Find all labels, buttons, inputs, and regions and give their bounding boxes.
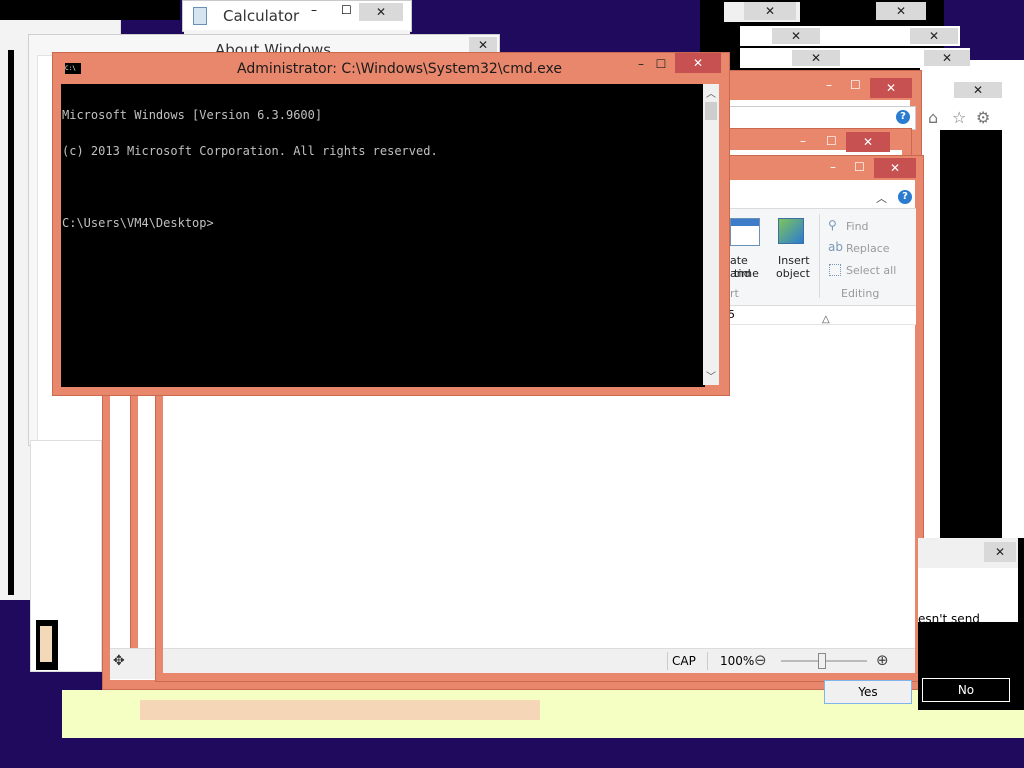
insert-object-label-line2: object xyxy=(776,267,810,280)
calendar-clock-icon xyxy=(730,218,760,246)
no-button[interactable]: No xyxy=(922,678,1010,702)
select-all-label: Select all xyxy=(846,264,897,277)
date-time-button[interactable]: ate and time xyxy=(728,214,770,284)
dialog-message-fragment: esn't send xyxy=(918,612,980,626)
caps-lock-indicator: CAP xyxy=(672,654,696,668)
about-windows-close-button[interactable]: ✕ xyxy=(469,37,497,53)
scrollbar-thumb[interactable] xyxy=(705,102,717,120)
insert-object-label-line1: Insert xyxy=(778,254,810,267)
calculator-window[interactable]: Calculator – ☐ ✕ xyxy=(182,0,412,32)
select-all-icon xyxy=(829,264,841,276)
status-divider xyxy=(667,652,668,670)
ribbon-collapse-chevron-icon[interactable]: ︿ xyxy=(876,190,887,206)
wordpad-front-maximize[interactable]: ☐ xyxy=(854,160,865,174)
calculator-icon xyxy=(193,7,207,25)
insert-object-icon xyxy=(778,218,804,244)
wordpad-front-minimize[interactable]: – xyxy=(830,160,836,174)
cmd-window[interactable]: C:\ Administrator: C:\Windows\System32\c… xyxy=(52,52,730,396)
insert-group-label-fragment: rt xyxy=(730,287,739,300)
move-cursor-icon: ✥ xyxy=(113,653,125,669)
indent-marker-icon[interactable]: △ xyxy=(822,314,830,325)
editing-group-label: Editing xyxy=(841,287,880,300)
home-icon[interactable]: ⌂ xyxy=(928,108,938,127)
zoom-slider-thumb[interactable] xyxy=(818,653,826,669)
bg-close-button-1[interactable]: ✕ xyxy=(744,2,796,20)
bg-close-button-5[interactable]: ✕ xyxy=(792,50,840,66)
replace-label: Replace xyxy=(846,242,890,255)
find-label: Find xyxy=(846,220,869,233)
replace-icon: ab xyxy=(828,240,843,254)
calculator-title: Calculator xyxy=(223,7,300,25)
calculator-close-button[interactable]: ✕ xyxy=(359,3,403,21)
status-divider-2 xyxy=(707,652,708,670)
cmd-app-icon: C:\ xyxy=(65,63,81,74)
wordpad-front-close[interactable]: ✕ xyxy=(874,158,916,178)
calculator-maximize-button[interactable]: ☐ xyxy=(341,3,352,17)
wordpad-statusbar: CAP 100% ⊖ ⊕ xyxy=(163,648,915,673)
select-all-button[interactable]: Select all xyxy=(826,262,906,278)
bg-close-button-7[interactable]: ✕ xyxy=(954,82,1002,98)
zoom-out-icon[interactable]: ⊖ xyxy=(754,651,767,669)
wordpad-back-1-minimize[interactable]: – xyxy=(826,78,832,92)
console-line-prompt: C:\Users\VM4\Desktop> xyxy=(62,216,214,230)
binoculars-icon: ⚲ xyxy=(828,218,837,232)
bg-close-button-2[interactable]: ✕ xyxy=(876,2,926,20)
bg-close-button-3[interactable]: ✕ xyxy=(772,28,820,44)
scroll-up-arrow-icon[interactable]: ︿ xyxy=(706,85,716,100)
cmd-maximize-button[interactable]: ☐ xyxy=(651,57,671,71)
favorites-star-icon[interactable]: ☆ xyxy=(952,108,966,127)
insert-object-button[interactable]: Insert object xyxy=(772,214,812,284)
wordpad-front-help-icon[interactable]: ? xyxy=(898,190,912,204)
wordpad-back-1-maximize[interactable]: ☐ xyxy=(850,78,861,92)
wordpad-back-1-help-icon[interactable]: ? xyxy=(896,110,910,124)
find-button[interactable]: ⚲ Find xyxy=(826,218,906,234)
bg-close-button-6[interactable]: ✕ xyxy=(924,50,970,66)
dialog-titlebar: ✕ xyxy=(918,538,1018,568)
date-time-label-line2: time xyxy=(734,267,759,280)
no-button-label: No xyxy=(957,683,975,697)
settings-gear-icon[interactable]: ⚙ xyxy=(976,108,990,127)
wordpad-back-2-close[interactable]: ✕ xyxy=(846,132,890,152)
dialog-close-button[interactable]: ✕ xyxy=(984,542,1016,562)
back-window-statusbar-strip: ✥ xyxy=(110,648,155,679)
cmd-console[interactable]: Microsoft Windows [Version 6.3.9600] (c)… xyxy=(61,84,705,387)
background-window-black-left-edge xyxy=(8,50,14,595)
cmd-close-button[interactable]: ✕ xyxy=(675,53,721,73)
cmd-title: Administrator: C:\Windows\System32\cmd.e… xyxy=(237,61,563,77)
bg-close-button-4[interactable]: ✕ xyxy=(910,28,958,44)
wordpad-back-1-close[interactable]: ✕ xyxy=(870,78,912,98)
ribbon-group-divider xyxy=(819,214,820,298)
calculator-minimize-button[interactable]: – xyxy=(311,3,317,17)
dialog-window[interactable]: ✕ esn't send No xyxy=(918,538,1024,710)
console-line-copyright: (c) 2013 Microsoft Corporation. All righ… xyxy=(62,144,438,158)
wordpad-back-1-address xyxy=(728,106,916,130)
scroll-down-arrow-icon[interactable]: ﹀ xyxy=(706,368,716,383)
cmd-scrollbar[interactable]: ︿ ﹀ xyxy=(703,84,719,385)
dialog-body: esn't send xyxy=(918,568,1018,626)
zoom-in-icon[interactable]: ⊕ xyxy=(876,651,889,669)
wordpad-back-2-maximize[interactable]: ☐ xyxy=(826,134,837,148)
background-window-black-right xyxy=(940,130,1002,540)
background-window-peach-small xyxy=(40,626,52,662)
cmd-minimize-button[interactable]: – xyxy=(631,57,651,71)
console-line-version: Microsoft Windows [Version 6.3.9600] xyxy=(62,108,323,122)
ruler: 5 △ xyxy=(728,306,916,325)
replace-button[interactable]: ab Replace xyxy=(826,240,906,256)
yes-button[interactable]: Yes xyxy=(824,680,912,704)
background-window-black-topleft xyxy=(0,0,180,20)
wordpad-back-2-minimize[interactable]: – xyxy=(800,134,806,148)
desktop-strip-peach xyxy=(140,700,540,720)
zoom-level: 100% xyxy=(720,654,755,668)
yes-button-label: Yes xyxy=(858,685,878,699)
browser-toolbar xyxy=(926,104,1024,130)
